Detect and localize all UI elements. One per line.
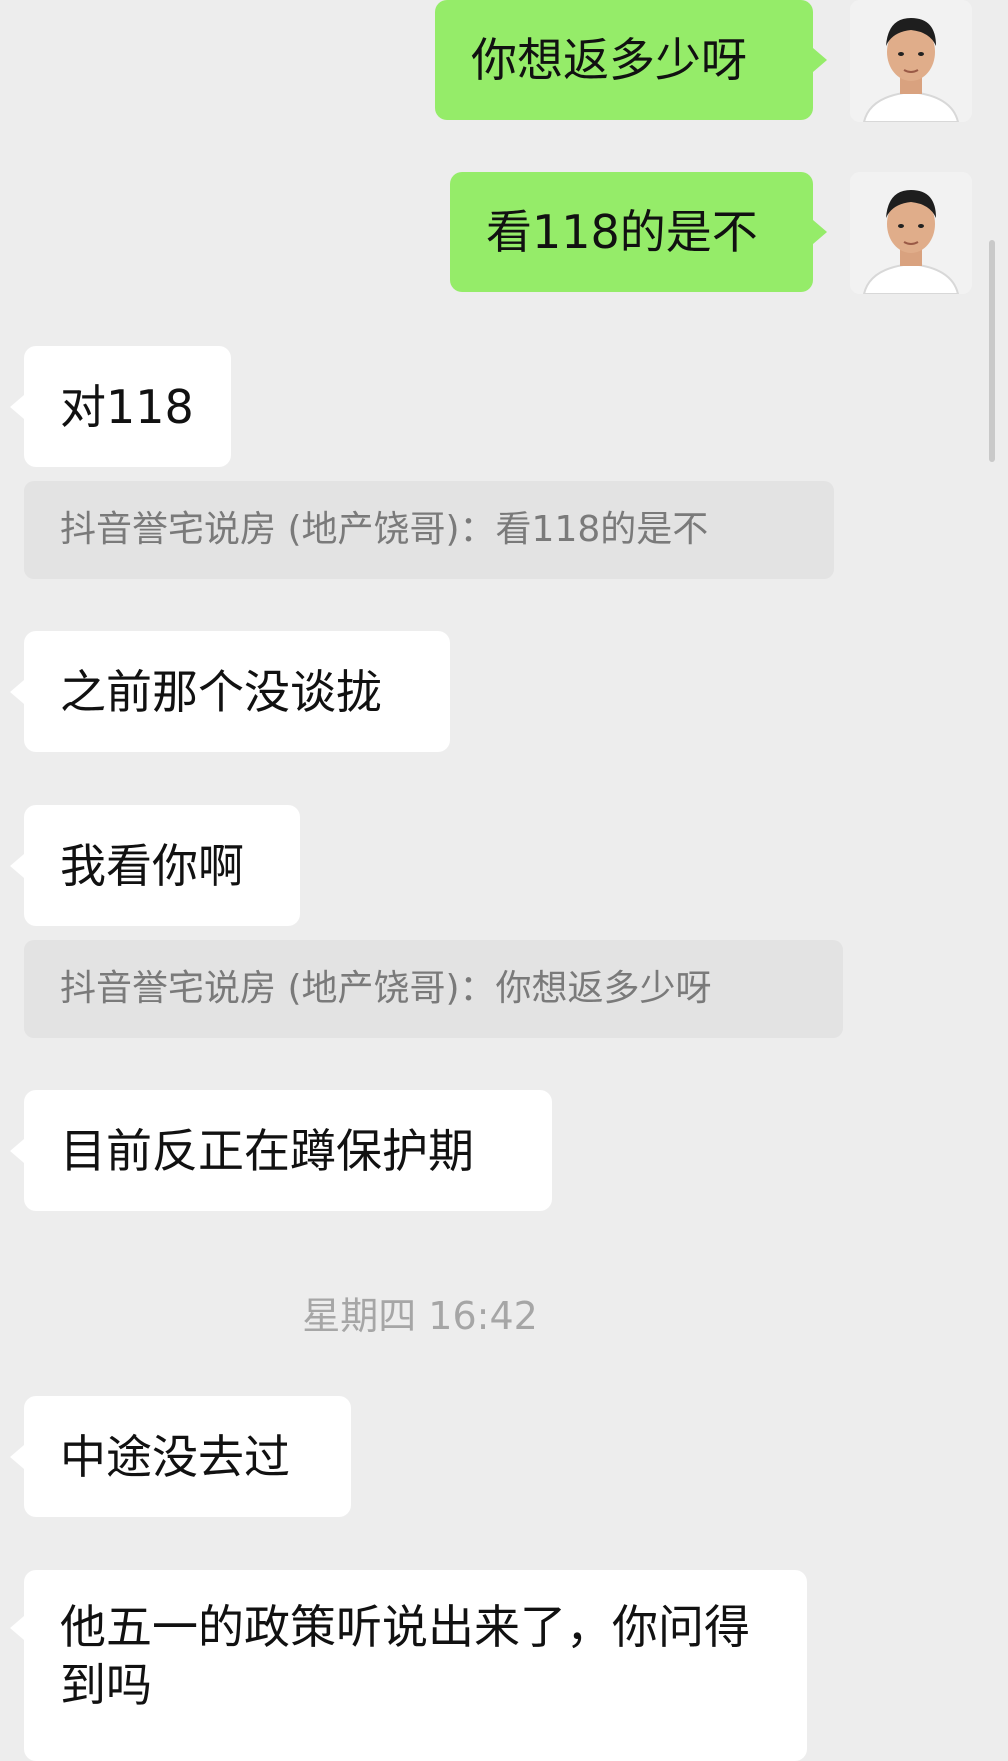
quoted-message-text: 抖音誉宅说房 (地产饶哥)：你想返多少呀	[60, 968, 712, 1009]
incoming-message-bubble[interactable]: 目前反正在蹲保护期	[10, 1090, 552, 1211]
message-timestamp: 星期四 16:42	[302, 1294, 538, 1338]
avatar-photo-icon	[850, 0, 972, 122]
chat-message-list[interactable]: 你想返多少呀 看118的是不 对118 抖音誉宅说房 (地产饶哥)：看118的是…	[0, 0, 1008, 1761]
message-text: 之前那个没谈拢	[60, 664, 382, 719]
message-text: 目前反正在蹲保护期	[60, 1123, 474, 1178]
incoming-message-bubble[interactable]: 中途没去过	[10, 1396, 351, 1517]
avatar[interactable]	[850, 0, 972, 122]
message-text: 我看你啊	[60, 838, 244, 893]
quoted-message[interactable]: 抖音誉宅说房 (地产饶哥)：你想返多少呀	[24, 940, 843, 1038]
incoming-message-bubble[interactable]: 对118	[10, 346, 231, 467]
avatar-photo-icon	[850, 172, 972, 294]
message-text: 你想返多少呀	[471, 33, 747, 87]
outgoing-message-bubble[interactable]: 看118的是不	[450, 172, 827, 292]
incoming-message-bubble[interactable]: 他五一的政策听说出来了，你问得到吗	[10, 1570, 807, 1761]
incoming-message-bubble[interactable]: 我看你啊	[10, 805, 300, 926]
quoted-message[interactable]: 抖音誉宅说房 (地产饶哥)：看118的是不	[24, 481, 834, 579]
incoming-message-bubble[interactable]: 之前那个没谈拢	[10, 631, 450, 752]
scrollbar[interactable]	[989, 240, 995, 462]
avatar[interactable]	[850, 172, 972, 294]
outgoing-message-bubble[interactable]: 你想返多少呀	[435, 0, 827, 120]
message-text: 中途没去过	[60, 1429, 290, 1484]
message-text: 看118的是不	[486, 205, 758, 259]
quoted-message-text: 抖音誉宅说房 (地产饶哥)：看118的是不	[60, 509, 709, 550]
message-text: 他五一的政策听说出来了，你问得到吗	[60, 1600, 750, 1712]
message-text: 对118	[60, 379, 194, 434]
